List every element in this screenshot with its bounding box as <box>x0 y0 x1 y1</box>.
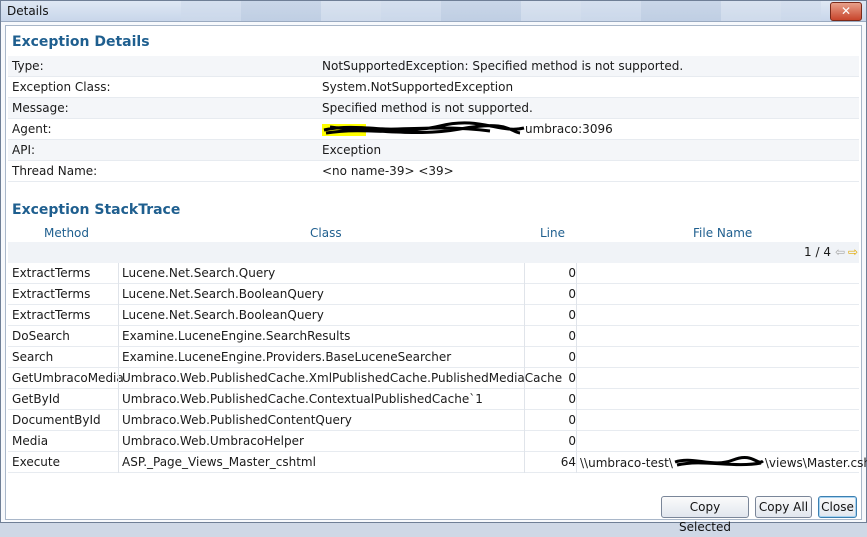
cell-method: ExtractTerms <box>12 266 91 280</box>
cell-class: Umbraco.Web.PublishedCache.XmlPublishedC… <box>122 371 563 385</box>
table-row[interactable]: DocumentById Umbraco.Web.PublishedConten… <box>8 410 859 431</box>
cell-line: 0 <box>568 308 576 322</box>
cell-class: Umbraco.Web.UmbracoHelper <box>122 434 304 448</box>
cell-line: 0 <box>568 350 576 364</box>
arrow-left-icon[interactable]: ⇦ <box>835 245 845 259</box>
background-window-strip <box>181 1 821 21</box>
cell-line: 0 <box>568 329 576 343</box>
cell-method: GetUmbracoMedia <box>12 371 124 385</box>
file-path-end: \views\Master.cshtml <box>764 456 867 470</box>
cell-line: 64 <box>560 455 576 469</box>
cell-file-name: \\umbraco-test\ \views\Master.cshtml <box>580 455 867 470</box>
cell-class: Lucene.Net.Search.Query <box>122 266 276 280</box>
cell-method: Search <box>12 350 54 364</box>
cell-method: GetById <box>12 392 60 406</box>
stacktrace-header: Method Class Line File Name <box>8 224 859 243</box>
detail-key: Message: <box>12 101 69 115</box>
table-row[interactable]: Search Examine.LuceneEngine.Providers.Ba… <box>8 347 859 368</box>
pager-bar: 1 / 4 ⇦ ⇨ <box>8 242 859 264</box>
detail-value: Exception <box>322 143 382 157</box>
cell-line: 0 <box>568 434 576 448</box>
detail-row-message: Message: Specified method is not support… <box>8 98 859 119</box>
redaction-scribble <box>322 121 525 136</box>
cell-class: Umbraco.Web.PublishedCache.ContextualPub… <box>122 392 483 406</box>
close-window-icon[interactable]: ✕ <box>830 2 862 21</box>
file-path-start: \\umbraco-test\ <box>580 456 673 470</box>
cell-method: ExtractTerms <box>12 287 91 301</box>
details-dialog: Details ✕ Exception Details Type: NotSup… <box>0 0 867 534</box>
cell-line: 0 <box>568 392 576 406</box>
table-row[interactable]: DoSearch Examine.LuceneEngine.SearchResu… <box>8 326 859 347</box>
copy-selected-button[interactable]: Copy Selected <box>661 496 749 534</box>
title-bar[interactable]: Details ✕ <box>1 1 866 22</box>
arrow-right-icon[interactable]: ⇨ <box>848 245 858 259</box>
exception-details-heading: Exception Details <box>12 34 150 50</box>
detail-value: umbraco:3096 <box>525 122 613 136</box>
detail-value: NotSupportedException: Specified method … <box>322 59 684 73</box>
copy-all-button[interactable]: Copy All <box>755 496 812 518</box>
detail-row-thread-name: Thread Name: <no name-39> <39> <box>8 161 859 182</box>
detail-row-agent: Agent: umbraco:3096 <box>8 119 859 140</box>
dialog-content: Exception Details Type: NotSupportedExce… <box>5 25 867 534</box>
table-row[interactable]: ExtractTerms Lucene.Net.Search.BooleanQu… <box>8 305 859 326</box>
cell-line: 0 <box>568 287 576 301</box>
cell-method: Media <box>12 434 49 448</box>
detail-value: <no name-39> <39> <box>322 164 454 178</box>
page-indicator: 1 / 4 <box>804 245 831 259</box>
cell-class: Umbraco.Web.PublishedContentQuery <box>122 413 352 427</box>
table-row[interactable]: GetById Umbraco.Web.PublishedCache.Conte… <box>8 389 859 410</box>
detail-row-type: Type: NotSupportedException: Specified m… <box>8 56 859 77</box>
close-button[interactable]: Close <box>818 496 857 518</box>
detail-value: Specified method is not supported. <box>322 101 533 115</box>
column-header-file-name[interactable]: File Name <box>693 226 752 240</box>
table-row[interactable]: Media Umbraco.Web.UmbracoHelper 0 <box>8 431 859 452</box>
cell-method: Execute <box>12 455 60 469</box>
column-header-method[interactable]: Method <box>44 226 89 240</box>
cell-method: ExtractTerms <box>12 308 91 322</box>
exception-stacktrace-heading: Exception StackTrace <box>12 202 181 218</box>
table-row[interactable]: ExtractTerms Lucene.Net.Search.BooleanQu… <box>8 284 859 305</box>
cell-class: Examine.LuceneEngine.Providers.BaseLucen… <box>122 350 452 364</box>
table-row[interactable]: Execute ASP._Page_Views_Master_cshtml 64… <box>8 452 867 473</box>
cell-method: DocumentById <box>12 413 101 427</box>
redaction-scribble <box>674 455 764 467</box>
cell-line: 0 <box>568 371 576 385</box>
cell-line: 0 <box>568 266 576 280</box>
cell-line: 0 <box>568 413 576 427</box>
table-row[interactable]: GetUmbracoMedia Umbraco.Web.PublishedCac… <box>8 368 859 389</box>
detail-row-api: API: Exception <box>8 140 859 161</box>
cell-class: Examine.LuceneEngine.SearchResults <box>122 329 351 343</box>
cell-class: Lucene.Net.Search.BooleanQuery <box>122 287 324 301</box>
detail-key: Thread Name: <box>12 164 98 178</box>
detail-key: Agent: <box>12 122 52 136</box>
cell-class: Lucene.Net.Search.BooleanQuery <box>122 308 324 322</box>
cell-method: DoSearch <box>12 329 70 343</box>
cell-class: ASP._Page_Views_Master_cshtml <box>122 455 316 469</box>
detail-key: Exception Class: <box>12 80 111 94</box>
detail-value: System.NotSupportedException <box>322 80 514 94</box>
column-header-class[interactable]: Class <box>310 226 342 240</box>
window-title: Details <box>7 4 49 18</box>
detail-row-exception-class: Exception Class: System.NotSupportedExce… <box>8 77 859 98</box>
table-row[interactable]: ExtractTerms Lucene.Net.Search.Query 0 <box>8 263 859 284</box>
column-header-line[interactable]: Line <box>540 226 565 240</box>
detail-key: API: <box>12 143 36 157</box>
detail-key: Type: <box>12 59 44 73</box>
